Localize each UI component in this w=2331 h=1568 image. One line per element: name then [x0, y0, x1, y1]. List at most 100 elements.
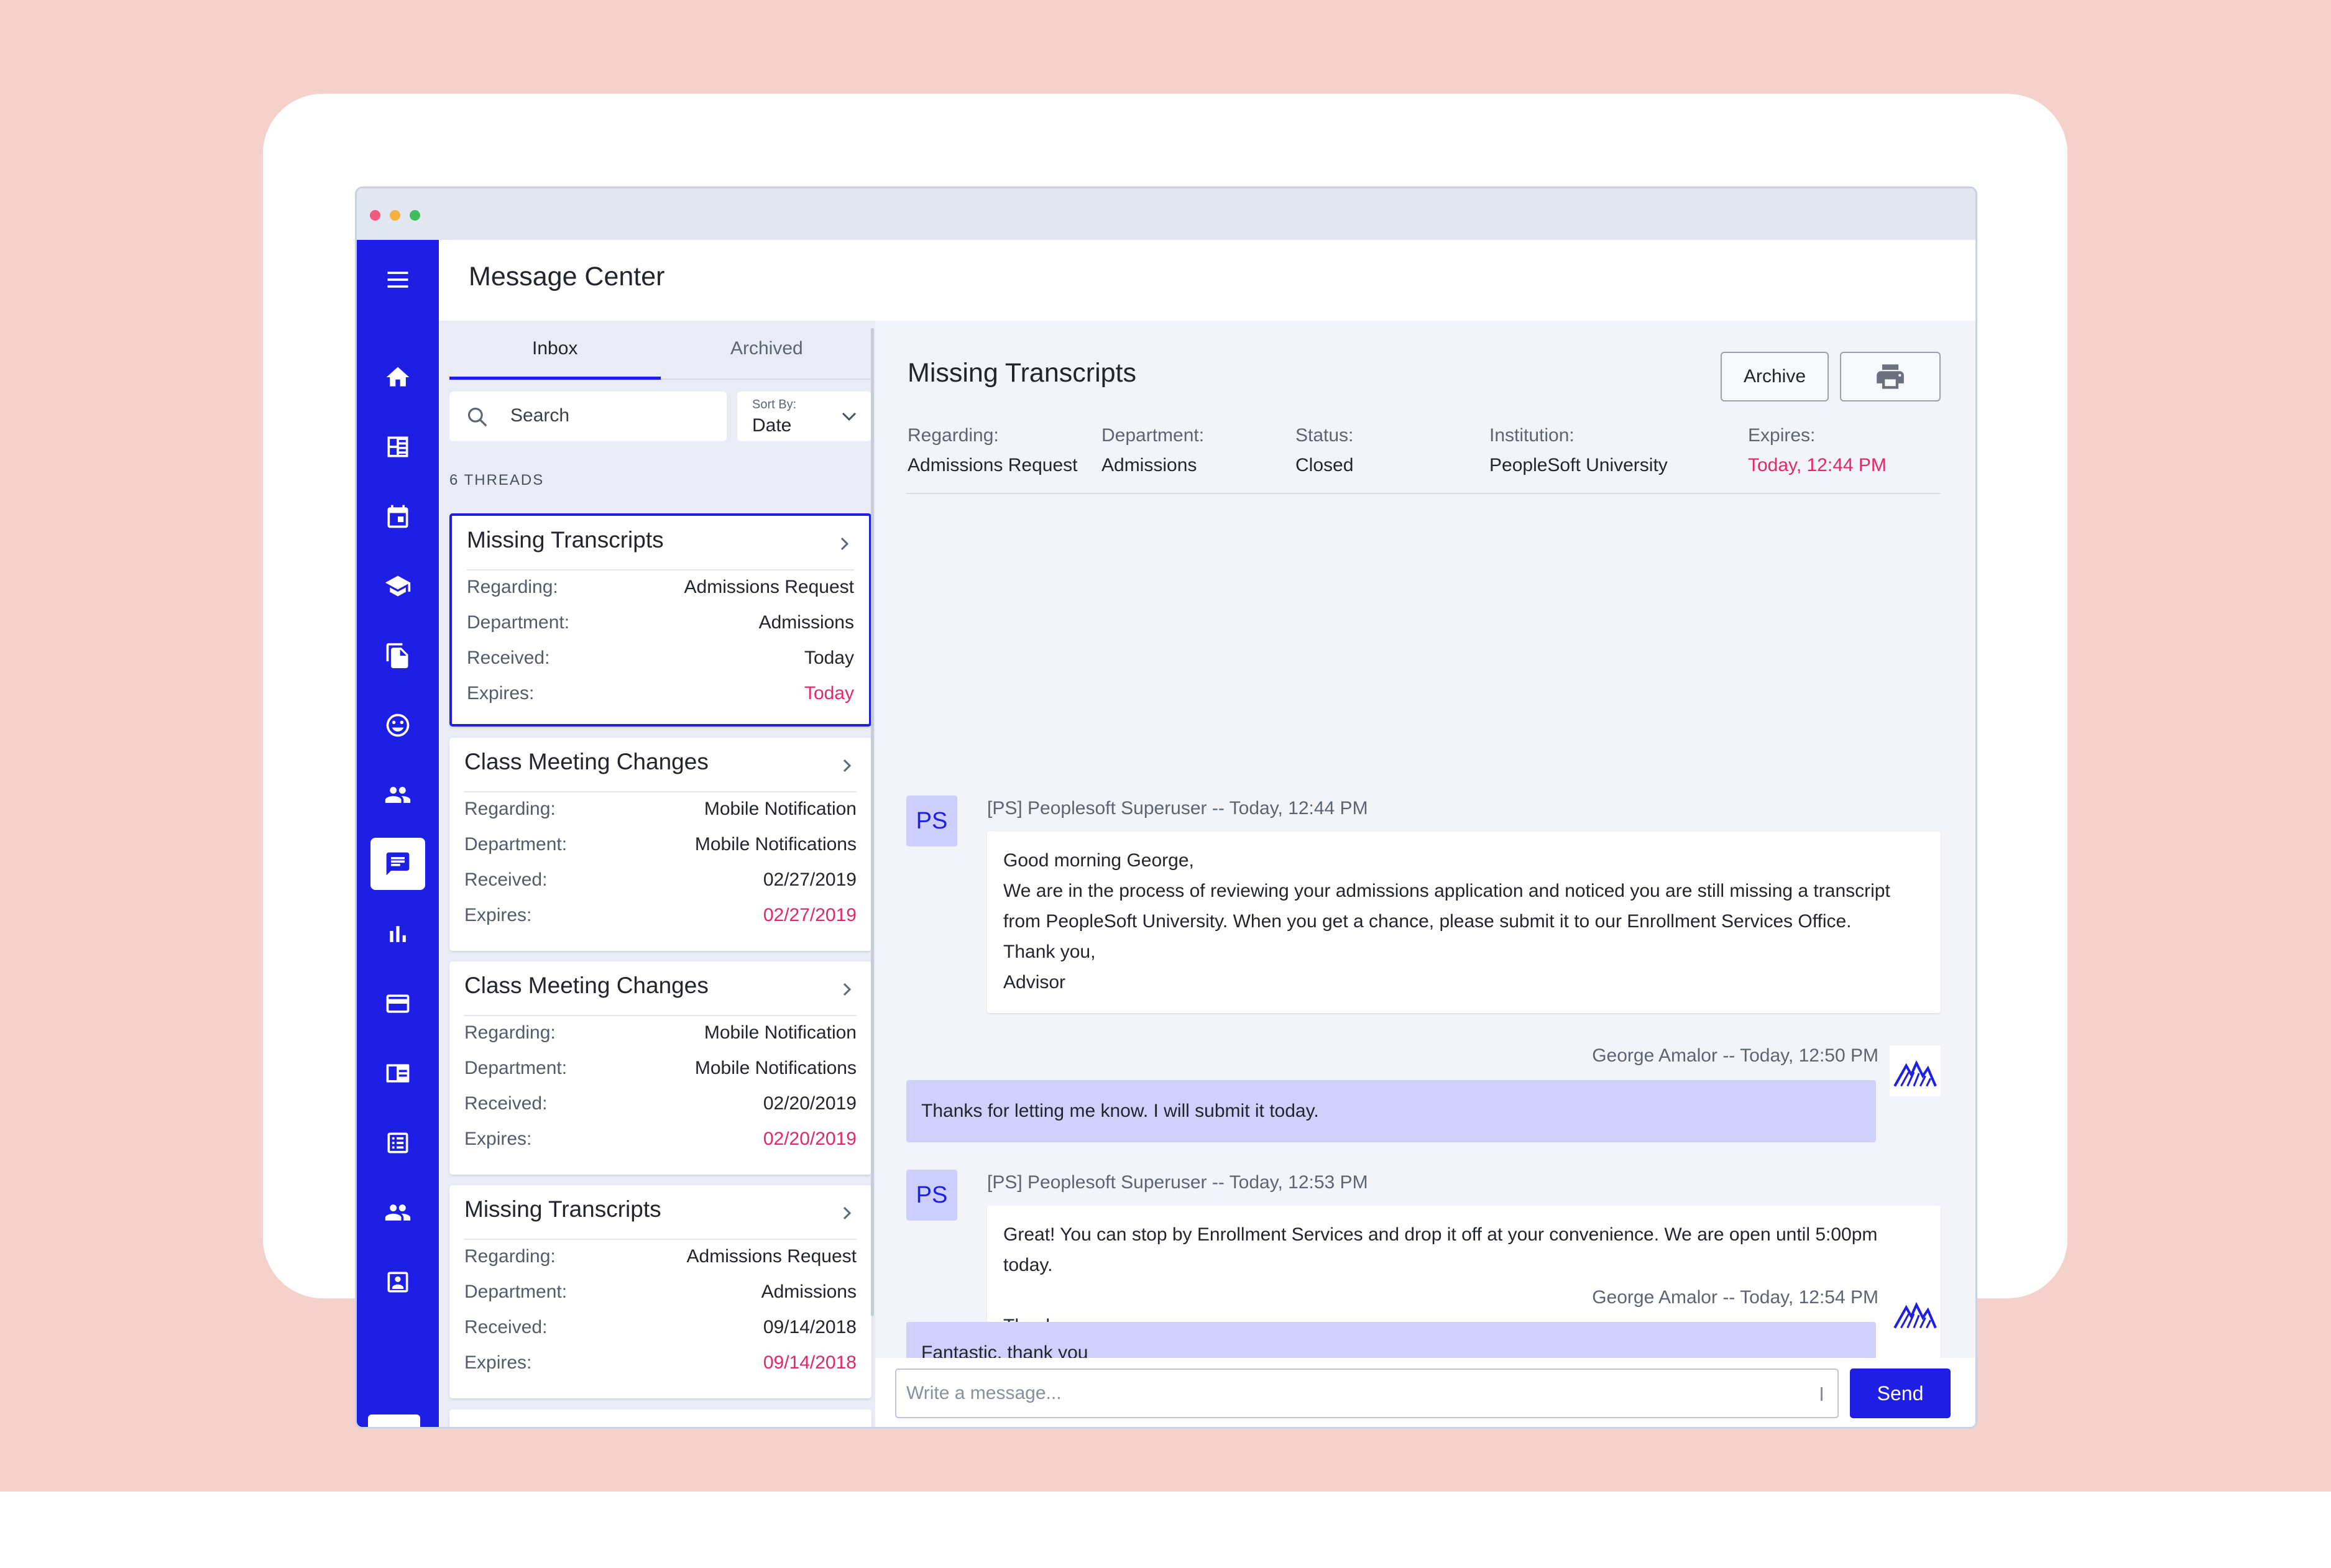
department-label: Department: — [1101, 425, 1205, 446]
institution-logo-icon — [1893, 1301, 1937, 1329]
graduation-cap-icon[interactable] — [380, 569, 415, 603]
thread-card[interactable]: Missing Transcripts Regarding: Admission… — [449, 1185, 871, 1398]
message-body: Good morning George, We are in the proce… — [1003, 850, 1890, 993]
expires-label: Expires: — [464, 905, 532, 925]
documents-icon[interactable] — [380, 638, 415, 673]
department-value: Mobile Notifications — [694, 1058, 857, 1078]
meta-divider — [906, 493, 1941, 494]
input-resize-handle — [1821, 1387, 1823, 1401]
institution-logo-icon — [1893, 1060, 1937, 1087]
received-label: Received: — [464, 1317, 548, 1337]
close-window-dot[interactable] — [370, 210, 380, 221]
message-bubble: Good morning George, We are in the proce… — [987, 832, 1941, 1013]
regarding-label: Regarding: — [464, 1022, 556, 1043]
sender-avatar: PS — [906, 1170, 957, 1221]
page-title: Message Center — [469, 262, 665, 291]
chevron-right-icon — [843, 1206, 852, 1220]
department-label: Department: — [464, 834, 568, 855]
window-titlebar — [357, 188, 1975, 240]
thread-divider — [464, 1239, 857, 1240]
status-value: Closed — [1295, 455, 1354, 475]
search-icon — [467, 407, 487, 427]
regarding-value: Admissions Request — [686, 1246, 857, 1267]
thread-title: Missing Transcripts — [467, 527, 664, 552]
expires-value: Today — [804, 683, 854, 704]
expires-value: 02/27/2019 — [763, 905, 857, 925]
message-input-placeholder: Write a message... — [906, 1383, 1062, 1403]
regarding-label: Regarding: — [464, 799, 556, 819]
credit-card-icon[interactable] — [380, 986, 415, 1021]
department-value: Admissions — [761, 1281, 857, 1302]
department-value: Admissions — [1101, 455, 1197, 475]
people-icon[interactable] — [380, 777, 415, 812]
user-avatar — [1890, 1287, 1941, 1338]
thread-list-scrollbar[interactable] — [871, 328, 874, 1316]
thread-title: Class Meeting Changes — [464, 973, 709, 998]
expires-value: 02/20/2019 — [763, 1129, 857, 1149]
regarding-label: Regarding: — [908, 425, 999, 446]
received-value: Today — [804, 648, 854, 668]
archive-button[interactable]: Archive — [1721, 352, 1829, 401]
institution-value: PeopleSoft University — [1489, 455, 1668, 475]
message-detail-pane: Missing Transcripts Archive Regarding: A… — [875, 321, 1975, 1427]
thread-card[interactable]: Class Meeting Changes Regarding: Mobile … — [449, 961, 871, 1175]
send-button[interactable]: Send — [1850, 1369, 1951, 1418]
smiley-face-icon[interactable] — [380, 708, 415, 743]
department-label: Department: — [464, 1281, 568, 1302]
sort-value: Date — [752, 415, 792, 436]
people-group-icon[interactable] — [380, 1195, 415, 1230]
expires-label: Expires: — [1748, 425, 1816, 446]
hamburger-menu-icon[interactable] — [380, 262, 415, 297]
thread-divider — [464, 1015, 857, 1016]
dashboard-icon[interactable] — [380, 429, 415, 464]
tab-inbox[interactable]: Inbox — [532, 338, 577, 359]
thread-divider — [464, 791, 857, 792]
thread-card[interactable] — [449, 1410, 871, 1427]
threads-count: 6 THREADS — [449, 472, 545, 488]
received-label: Received: — [467, 648, 550, 668]
contact-card-icon[interactable] — [380, 1265, 415, 1300]
print-button[interactable] — [1840, 352, 1941, 401]
printer-icon — [1877, 364, 1904, 389]
institution-label: Institution: — [1489, 425, 1575, 446]
minimize-window-dot[interactable] — [390, 210, 400, 221]
message-header: [PS] Peoplesoft Superuser -- Today, 12:5… — [987, 1172, 1368, 1193]
list-icon[interactable] — [380, 1126, 415, 1160]
chevron-right-icon — [843, 983, 852, 996]
user-avatar — [1890, 1045, 1941, 1096]
thread-detail-title: Missing Transcripts — [908, 358, 1136, 388]
message-input[interactable]: Write a message... — [895, 1369, 1839, 1418]
thread-title: Missing Transcripts — [464, 1196, 661, 1222]
bar-chart-icon[interactable] — [380, 917, 415, 951]
app-window: Message Center Inbox Archived Search Sor… — [355, 186, 1977, 1429]
department-label: Department: — [464, 1058, 568, 1078]
maximize-window-dot[interactable] — [410, 210, 420, 221]
expires-value: 09/14/2018 — [763, 1352, 857, 1373]
regarding-label: Regarding: — [464, 1246, 556, 1267]
calendar-icon[interactable] — [380, 499, 415, 534]
search-input[interactable]: Search — [449, 392, 727, 441]
received-value: 02/20/2019 — [763, 1093, 857, 1114]
id-card-icon[interactable] — [380, 1056, 415, 1091]
thread-card[interactable]: Class Meeting Changes Regarding: Mobile … — [449, 738, 871, 951]
institution-logo-icon[interactable] — [368, 1414, 420, 1427]
department-label: Department: — [467, 612, 570, 633]
chat-message-icon[interactable] — [370, 838, 425, 890]
message-header: George Amalor -- Today, 12:54 PM — [1592, 1287, 1878, 1308]
reply-bubble: Thanks for letting me know. I will submi… — [906, 1080, 1876, 1142]
tab-archived[interactable]: Archived — [730, 338, 803, 359]
message-header: [PS] Peoplesoft Superuser -- Today, 12:4… — [987, 798, 1368, 818]
expires-label: Expires: — [464, 1129, 532, 1149]
thread-card[interactable]: Missing Transcripts Regarding: Admission… — [449, 513, 871, 727]
received-value: 09/14/2018 — [763, 1317, 857, 1337]
thread-title: Class Meeting Changes — [464, 749, 709, 774]
sort-label: Sort By: — [752, 398, 797, 411]
sender-avatar: PS — [906, 795, 957, 846]
status-label: Status: — [1295, 425, 1354, 446]
received-label: Received: — [464, 1093, 548, 1114]
sort-select[interactable]: Sort By: Date — [737, 392, 871, 441]
regarding-value: Mobile Notification — [704, 799, 857, 819]
home-icon[interactable] — [380, 360, 415, 395]
expires-label: Expires: — [467, 683, 535, 704]
thread-list-pane: Inbox Archived Search Sort By: Date 6 TH… — [439, 321, 875, 1427]
